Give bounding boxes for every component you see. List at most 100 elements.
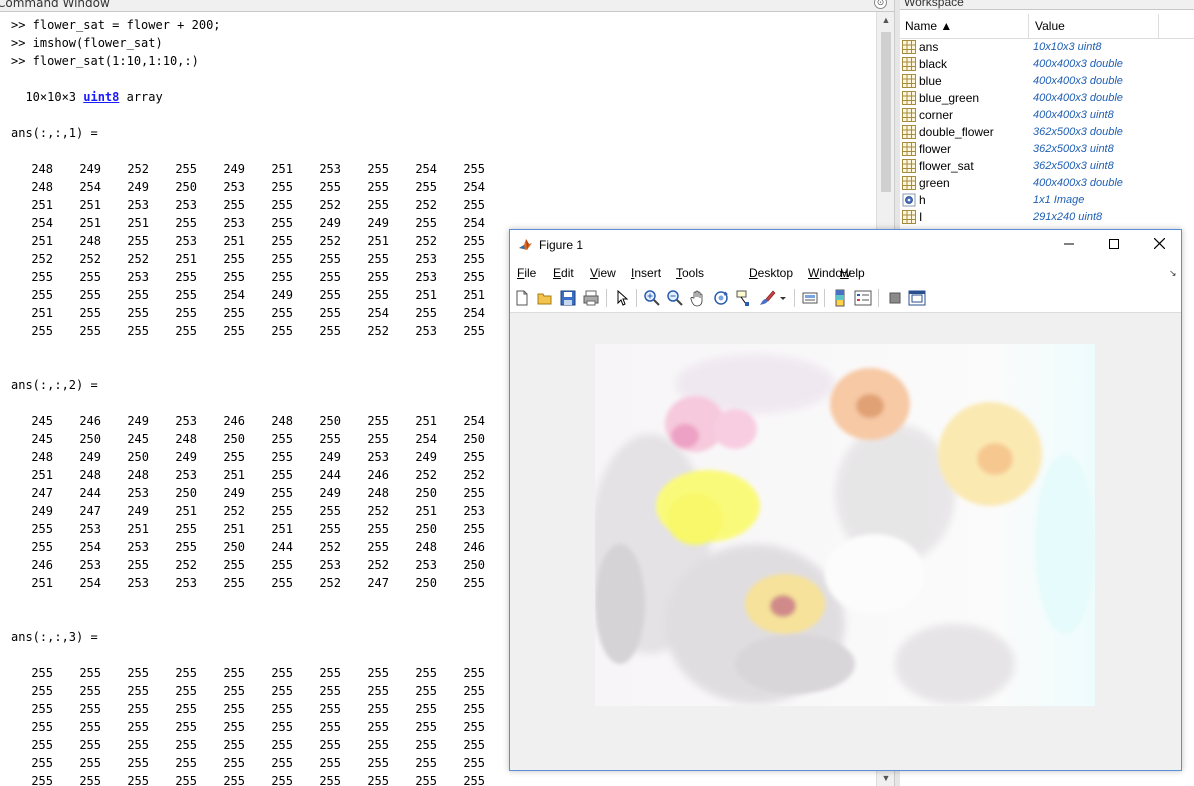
array-value: 254 xyxy=(31,216,53,230)
array-value: 255 xyxy=(31,756,53,770)
grid-icon xyxy=(902,74,916,88)
workspace-row-green[interactable]: green 400x400x3 double xyxy=(900,175,1194,192)
value-column-header[interactable]: Value xyxy=(1035,19,1065,33)
workspace-row-ans[interactable]: ans 10x10x3 uint8 xyxy=(900,39,1194,56)
array-value: 251 xyxy=(415,414,437,428)
array-value: 253 xyxy=(367,450,389,464)
flower-sat-image[interactable] xyxy=(595,344,1095,706)
array-value: 251 xyxy=(79,198,101,212)
workspace-row-flower[interactable]: flower 362x500x3 uint8 xyxy=(900,141,1194,158)
array-value: 251 xyxy=(79,216,101,230)
zoom-out-icon[interactable] xyxy=(666,289,684,307)
new-figure-icon[interactable] xyxy=(513,289,531,307)
array-value: 248 xyxy=(79,234,101,248)
array-value: 251 xyxy=(415,288,437,302)
array-value: 253 xyxy=(127,198,149,212)
hide-plot-tools-icon[interactable] xyxy=(886,289,904,307)
figure-title: Figure 1 xyxy=(539,238,584,252)
array-value: 255 xyxy=(271,468,293,482)
array-value: 255 xyxy=(175,216,197,230)
array-value: 255 xyxy=(175,756,197,770)
array-value: 252 xyxy=(319,576,341,590)
array-value: 255 xyxy=(271,252,293,266)
dock-figure-icon[interactable]: ↘ xyxy=(1169,268,1177,279)
workspace-row-flower_sat[interactable]: flower_sat 362x500x3 uint8 xyxy=(900,158,1194,175)
menu-help[interactable]: Help xyxy=(840,266,865,280)
workspace-row-corner[interactable]: corner 400x400x3 uint8 xyxy=(900,107,1194,124)
array-value: 255 xyxy=(367,702,389,716)
name-column-header[interactable]: Name ▲ xyxy=(905,19,952,33)
array-value: 255 xyxy=(271,450,293,464)
variable-name: black xyxy=(919,57,948,71)
workspace-row-blue[interactable]: blue 400x400x3 double xyxy=(900,73,1194,90)
menu-edit[interactable]: Edit xyxy=(553,266,574,280)
save-icon[interactable] xyxy=(559,289,577,307)
brush-icon[interactable] xyxy=(758,289,776,307)
pan-icon[interactable] xyxy=(689,289,707,307)
rotate-3d-icon[interactable] xyxy=(712,289,730,307)
column-divider[interactable] xyxy=(1028,14,1029,38)
figure-toolbar xyxy=(510,284,1181,313)
array-value: 253 xyxy=(319,558,341,572)
colorbar-icon[interactable] xyxy=(831,289,849,307)
menu-file[interactable]: File xyxy=(517,266,536,280)
maximize-button[interactable] xyxy=(1091,230,1137,260)
uint8-doc-link[interactable]: uint8 xyxy=(83,90,119,104)
toolbar-separator xyxy=(636,289,637,307)
variable-value: 362x500x3 uint8 xyxy=(1033,160,1114,172)
menu-view[interactable]: View xyxy=(590,266,616,280)
menu-tools[interactable]: Tools xyxy=(676,266,704,280)
array-value: 251 xyxy=(31,234,53,248)
array-value: 255 xyxy=(367,666,389,680)
array-value: 255 xyxy=(31,540,53,554)
command-line: >> imshow(flower_sat) xyxy=(11,36,163,50)
array-value: 255 xyxy=(223,576,245,590)
array-value: 251 xyxy=(415,504,437,518)
array-value: 251 xyxy=(223,234,245,248)
column-divider[interactable] xyxy=(1158,14,1159,38)
figure-titlebar[interactable]: Figure 1 xyxy=(510,230,1181,260)
array-value: 247 xyxy=(79,504,101,518)
zoom-in-icon[interactable] xyxy=(643,289,661,307)
variable-name: corner xyxy=(919,108,954,122)
array-value: 255 xyxy=(175,162,197,176)
print-icon[interactable] xyxy=(582,289,600,307)
array-value: 252 xyxy=(127,252,149,266)
variable-value: 400x400x3 double xyxy=(1033,58,1123,70)
array-value: 249 xyxy=(223,162,245,176)
array-value: 251 xyxy=(223,522,245,536)
scroll-up-icon[interactable]: ▲ xyxy=(877,12,895,28)
workspace-row-black[interactable]: black 400x400x3 double xyxy=(900,56,1194,73)
panel-actions-icon[interactable]: ⊙ xyxy=(874,0,887,9)
array-value: 255 xyxy=(223,450,245,464)
workspace-row-double_flower[interactable]: double_flower 362x500x3 double xyxy=(900,124,1194,141)
workspace-row-h[interactable]: h 1x1 Image xyxy=(900,192,1194,209)
array-value: 255 xyxy=(319,720,341,734)
pointer-icon[interactable] xyxy=(613,289,631,307)
array-value: 255 xyxy=(31,720,53,734)
array-value: 255 xyxy=(223,702,245,716)
array-value: 255 xyxy=(127,234,149,248)
array-value: 252 xyxy=(415,198,437,212)
close-button[interactable] xyxy=(1136,230,1182,260)
minimize-button[interactable] xyxy=(1046,230,1092,260)
link-plot-icon[interactable] xyxy=(801,289,819,307)
array-value: 249 xyxy=(79,450,101,464)
array-value: 253 xyxy=(175,234,197,248)
data-cursor-icon[interactable] xyxy=(735,289,753,307)
variable-name: flower_sat xyxy=(919,159,974,173)
scrollbar-thumb[interactable] xyxy=(881,32,891,192)
array-value: 253 xyxy=(415,324,437,338)
legend-icon[interactable] xyxy=(854,289,872,307)
workspace-row-I[interactable]: I 291x240 uint8 xyxy=(900,209,1194,226)
show-plot-tools-icon[interactable] xyxy=(908,289,926,307)
array-value: 249 xyxy=(319,486,341,500)
figure-canvas[interactable] xyxy=(510,313,1181,770)
menu-insert[interactable]: Insert xyxy=(631,266,661,280)
scroll-down-icon[interactable]: ▼ xyxy=(877,770,895,786)
array-value: 255 xyxy=(271,576,293,590)
workspace-row-blue_green[interactable]: blue_green 400x400x3 double xyxy=(900,90,1194,107)
brush-dropdown-icon[interactable] xyxy=(778,289,788,307)
open-file-icon[interactable] xyxy=(536,289,554,307)
menu-desktop[interactable]: Desktop xyxy=(749,266,793,280)
